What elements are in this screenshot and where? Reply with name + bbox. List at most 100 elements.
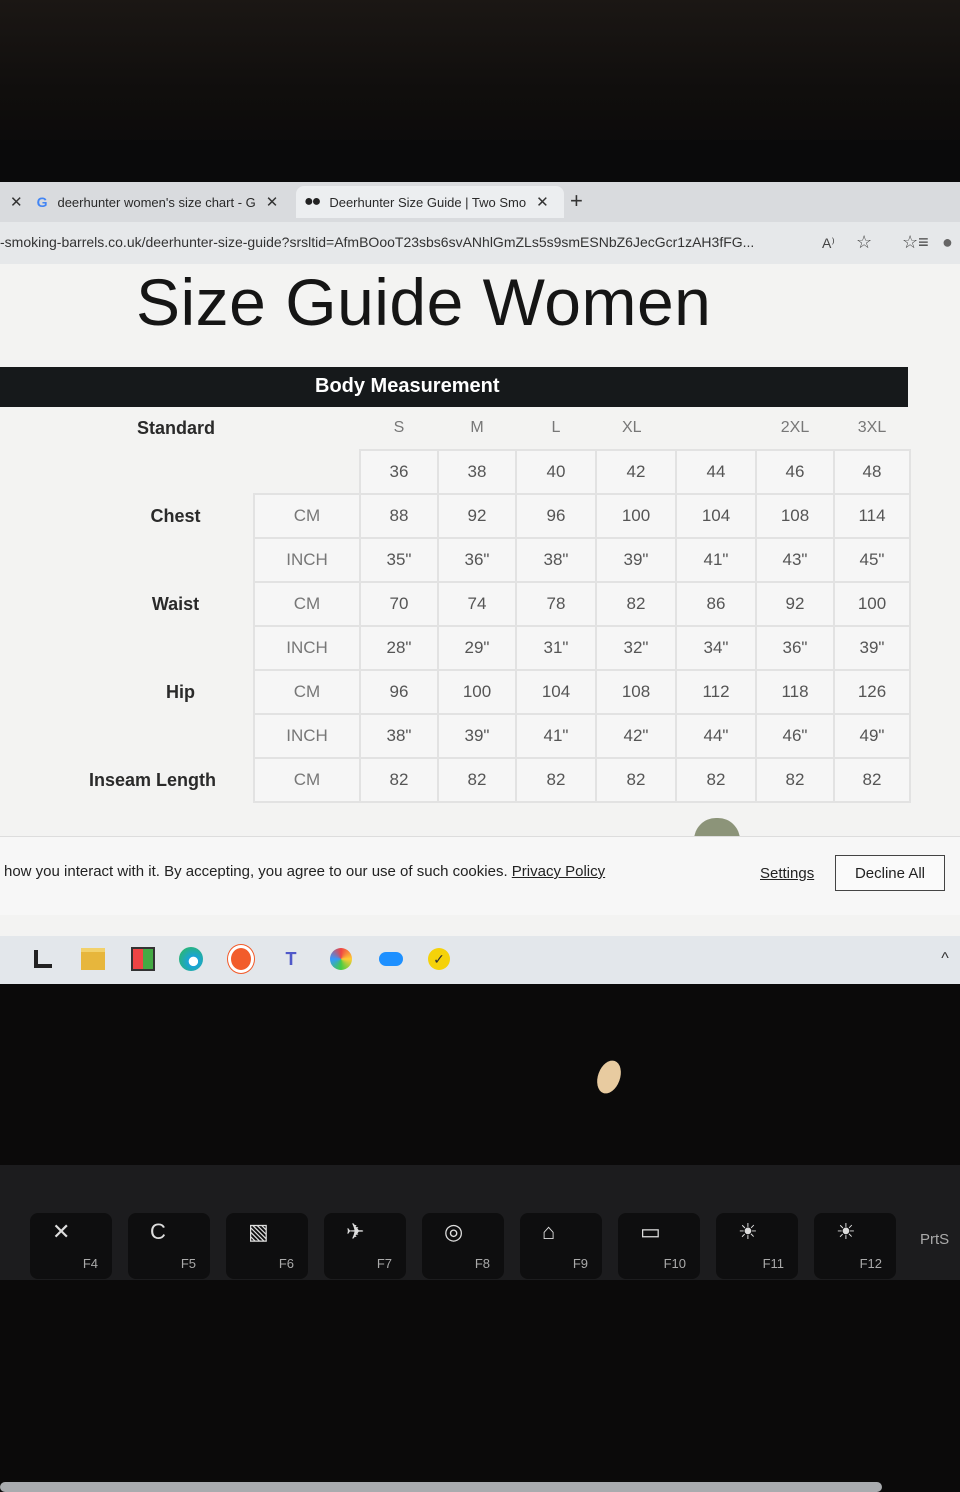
teams-icon[interactable]: T <box>278 946 304 972</box>
function-key[interactable]: ☀ F11 <box>716 1213 798 1279</box>
section-header-bar: Body Measurement <box>0 367 908 407</box>
function-key[interactable]: ⌂ F9 <box>520 1213 602 1279</box>
key-glyph-icon: ✕ <box>52 1219 71 1244</box>
value-cell: 108 <box>595 669 677 715</box>
value-cell: 42" <box>595 713 677 759</box>
value-cell: 70 <box>359 581 439 627</box>
value-cell: 82 <box>833 757 911 803</box>
function-key[interactable]: ✈ F7 <box>324 1213 406 1279</box>
function-key[interactable]: ▧ F6 <box>226 1213 308 1279</box>
chevron-up-icon[interactable]: ^ <box>932 946 958 972</box>
value-cell: 126 <box>833 669 911 715</box>
google-logo-icon: G <box>36 194 48 210</box>
size-table: Standard S M L XL 2XL 3XL 36 38 40 42 44… <box>0 407 911 803</box>
privacy-policy-link[interactable]: Privacy Policy <box>512 863 605 880</box>
checklist-icon[interactable]: ✓ <box>426 946 452 972</box>
edge-icon[interactable] <box>178 946 204 972</box>
keyboard: ✕ F4 C F5 ▧ F6 ✈ F7 ◎ F8 ⌂ F9 ▭ F10 ☀ F11 ☀ F12 PrtS <box>0 1165 960 1280</box>
value-cell: 32" <box>595 625 677 671</box>
paint-icon[interactable] <box>328 946 354 972</box>
size-number-cell: 38 <box>437 449 517 495</box>
value-cell: 86 <box>675 581 757 627</box>
unit-cell: CM <box>253 581 361 627</box>
function-key[interactable]: ✕ F4 <box>30 1213 112 1279</box>
tab-size-guide[interactable]: ●● Deerhunter Size Guide | Two Smo ✕ <box>296 186 564 218</box>
value-cell: 43" <box>755 537 835 583</box>
unit-cell: INCH <box>253 625 361 671</box>
value-cell: 82 <box>595 757 677 803</box>
value-cell: 104 <box>675 493 757 539</box>
cookie-settings-link[interactable]: Settings <box>760 865 814 882</box>
size-number-cell: 44 <box>675 449 757 495</box>
function-key[interactable]: ☀ F12 <box>814 1213 896 1279</box>
address-bar: -smoking-barrels.co.uk/deerhunter-size-g… <box>0 222 960 264</box>
key-glyph-icon: ✈ <box>346 1219 365 1244</box>
decline-all-button[interactable]: Decline All <box>835 855 945 891</box>
read-aloud-icon[interactable]: A⁾ <box>822 235 835 252</box>
value-cell: 74 <box>437 581 517 627</box>
measurement-row: Inseam Length CM 82 82 82 82 82 82 82 <box>0 757 911 803</box>
tab-close-icon[interactable]: ✕ <box>536 193 549 211</box>
value-cell: 88 <box>359 493 439 539</box>
value-cell: 82 <box>595 581 677 627</box>
url-text[interactable]: -smoking-barrels.co.uk/deerhunter-size-g… <box>0 234 754 250</box>
favicon-icon: ●● <box>304 193 321 210</box>
onedrive-icon[interactable] <box>378 946 404 972</box>
value-cell: 36" <box>437 537 517 583</box>
measurement-row: Chest CM 88 92 96 100 104 108 114 <box>0 493 911 539</box>
horizontal-scrollbar[interactable] <box>0 1482 882 1492</box>
value-cell: 31" <box>515 625 597 671</box>
key-label: F11 <box>762 1256 784 1271</box>
favorite-star-icon[interactable]: ☆ <box>856 232 872 253</box>
measurement-row: Waist CM 70 74 78 82 86 92 100 <box>0 581 911 627</box>
store-icon[interactable] <box>130 946 156 972</box>
value-cell: 41" <box>675 537 757 583</box>
row-label: Waist <box>151 593 200 614</box>
key-label: F9 <box>572 1256 588 1271</box>
function-key[interactable]: ◎ F8 <box>422 1213 504 1279</box>
value-cell: 35" <box>359 537 439 583</box>
value-cell: 92 <box>755 581 835 627</box>
value-cell: 82 <box>437 757 517 803</box>
size-header: S <box>393 419 405 436</box>
key-label: F6 <box>278 1256 294 1271</box>
file-explorer-icon[interactable] <box>80 946 106 972</box>
brave-icon[interactable] <box>228 945 254 973</box>
value-cell: 36" <box>755 625 835 671</box>
standard-label: Standard <box>136 418 215 438</box>
value-cell: 38" <box>359 713 439 759</box>
new-tab-button[interactable]: + <box>570 188 583 214</box>
task-view-icon[interactable] <box>30 946 56 972</box>
size-header: L <box>551 419 561 436</box>
size-letter-row: Standard S M L XL 2XL 3XL <box>0 407 910 450</box>
size-number-row: 36 38 40 42 44 46 48 <box>0 449 911 495</box>
value-cell: 100 <box>595 493 677 539</box>
key-label: F7 <box>376 1256 392 1271</box>
favorites-list-icon[interactable]: ☆≡ <box>902 232 929 253</box>
tab-google-search[interactable]: ✕ G deerhunter women's size chart - G ✕ <box>0 186 295 218</box>
value-cell: 96 <box>515 493 597 539</box>
key-label: F4 <box>82 1256 98 1271</box>
key-glyph-icon: ⌂ <box>542 1219 556 1244</box>
value-cell: 29" <box>437 625 517 671</box>
page-title: Size Guide Women <box>136 265 712 339</box>
section-header-label: Body Measurement <box>315 375 500 397</box>
browser-tab-bar: ✕ G deerhunter women's size chart - G ✕ … <box>0 182 960 222</box>
value-cell: 46" <box>755 713 835 759</box>
row-label: Hip <box>166 681 195 702</box>
function-key[interactable]: ▭ F10 <box>618 1213 700 1279</box>
value-cell: 108 <box>755 493 835 539</box>
unit-cell: CM <box>253 757 361 803</box>
function-key[interactable]: C F5 <box>128 1213 210 1279</box>
value-cell: 44" <box>675 713 757 759</box>
size-header: 2XL <box>780 419 810 436</box>
value-cell: 39" <box>437 713 517 759</box>
tab-close-icon[interactable]: ✕ <box>266 193 279 211</box>
value-cell: 34" <box>675 625 757 671</box>
value-cell: 82 <box>755 757 835 803</box>
size-header: XL <box>622 419 642 436</box>
key-glyph-icon: ▭ <box>640 1219 661 1244</box>
close-icon[interactable]: ✕ <box>10 193 23 211</box>
measurement-row: Hip CM 96 100 104 108 112 118 126 <box>0 669 911 715</box>
profile-avatar-icon[interactable]: ● <box>942 232 953 253</box>
